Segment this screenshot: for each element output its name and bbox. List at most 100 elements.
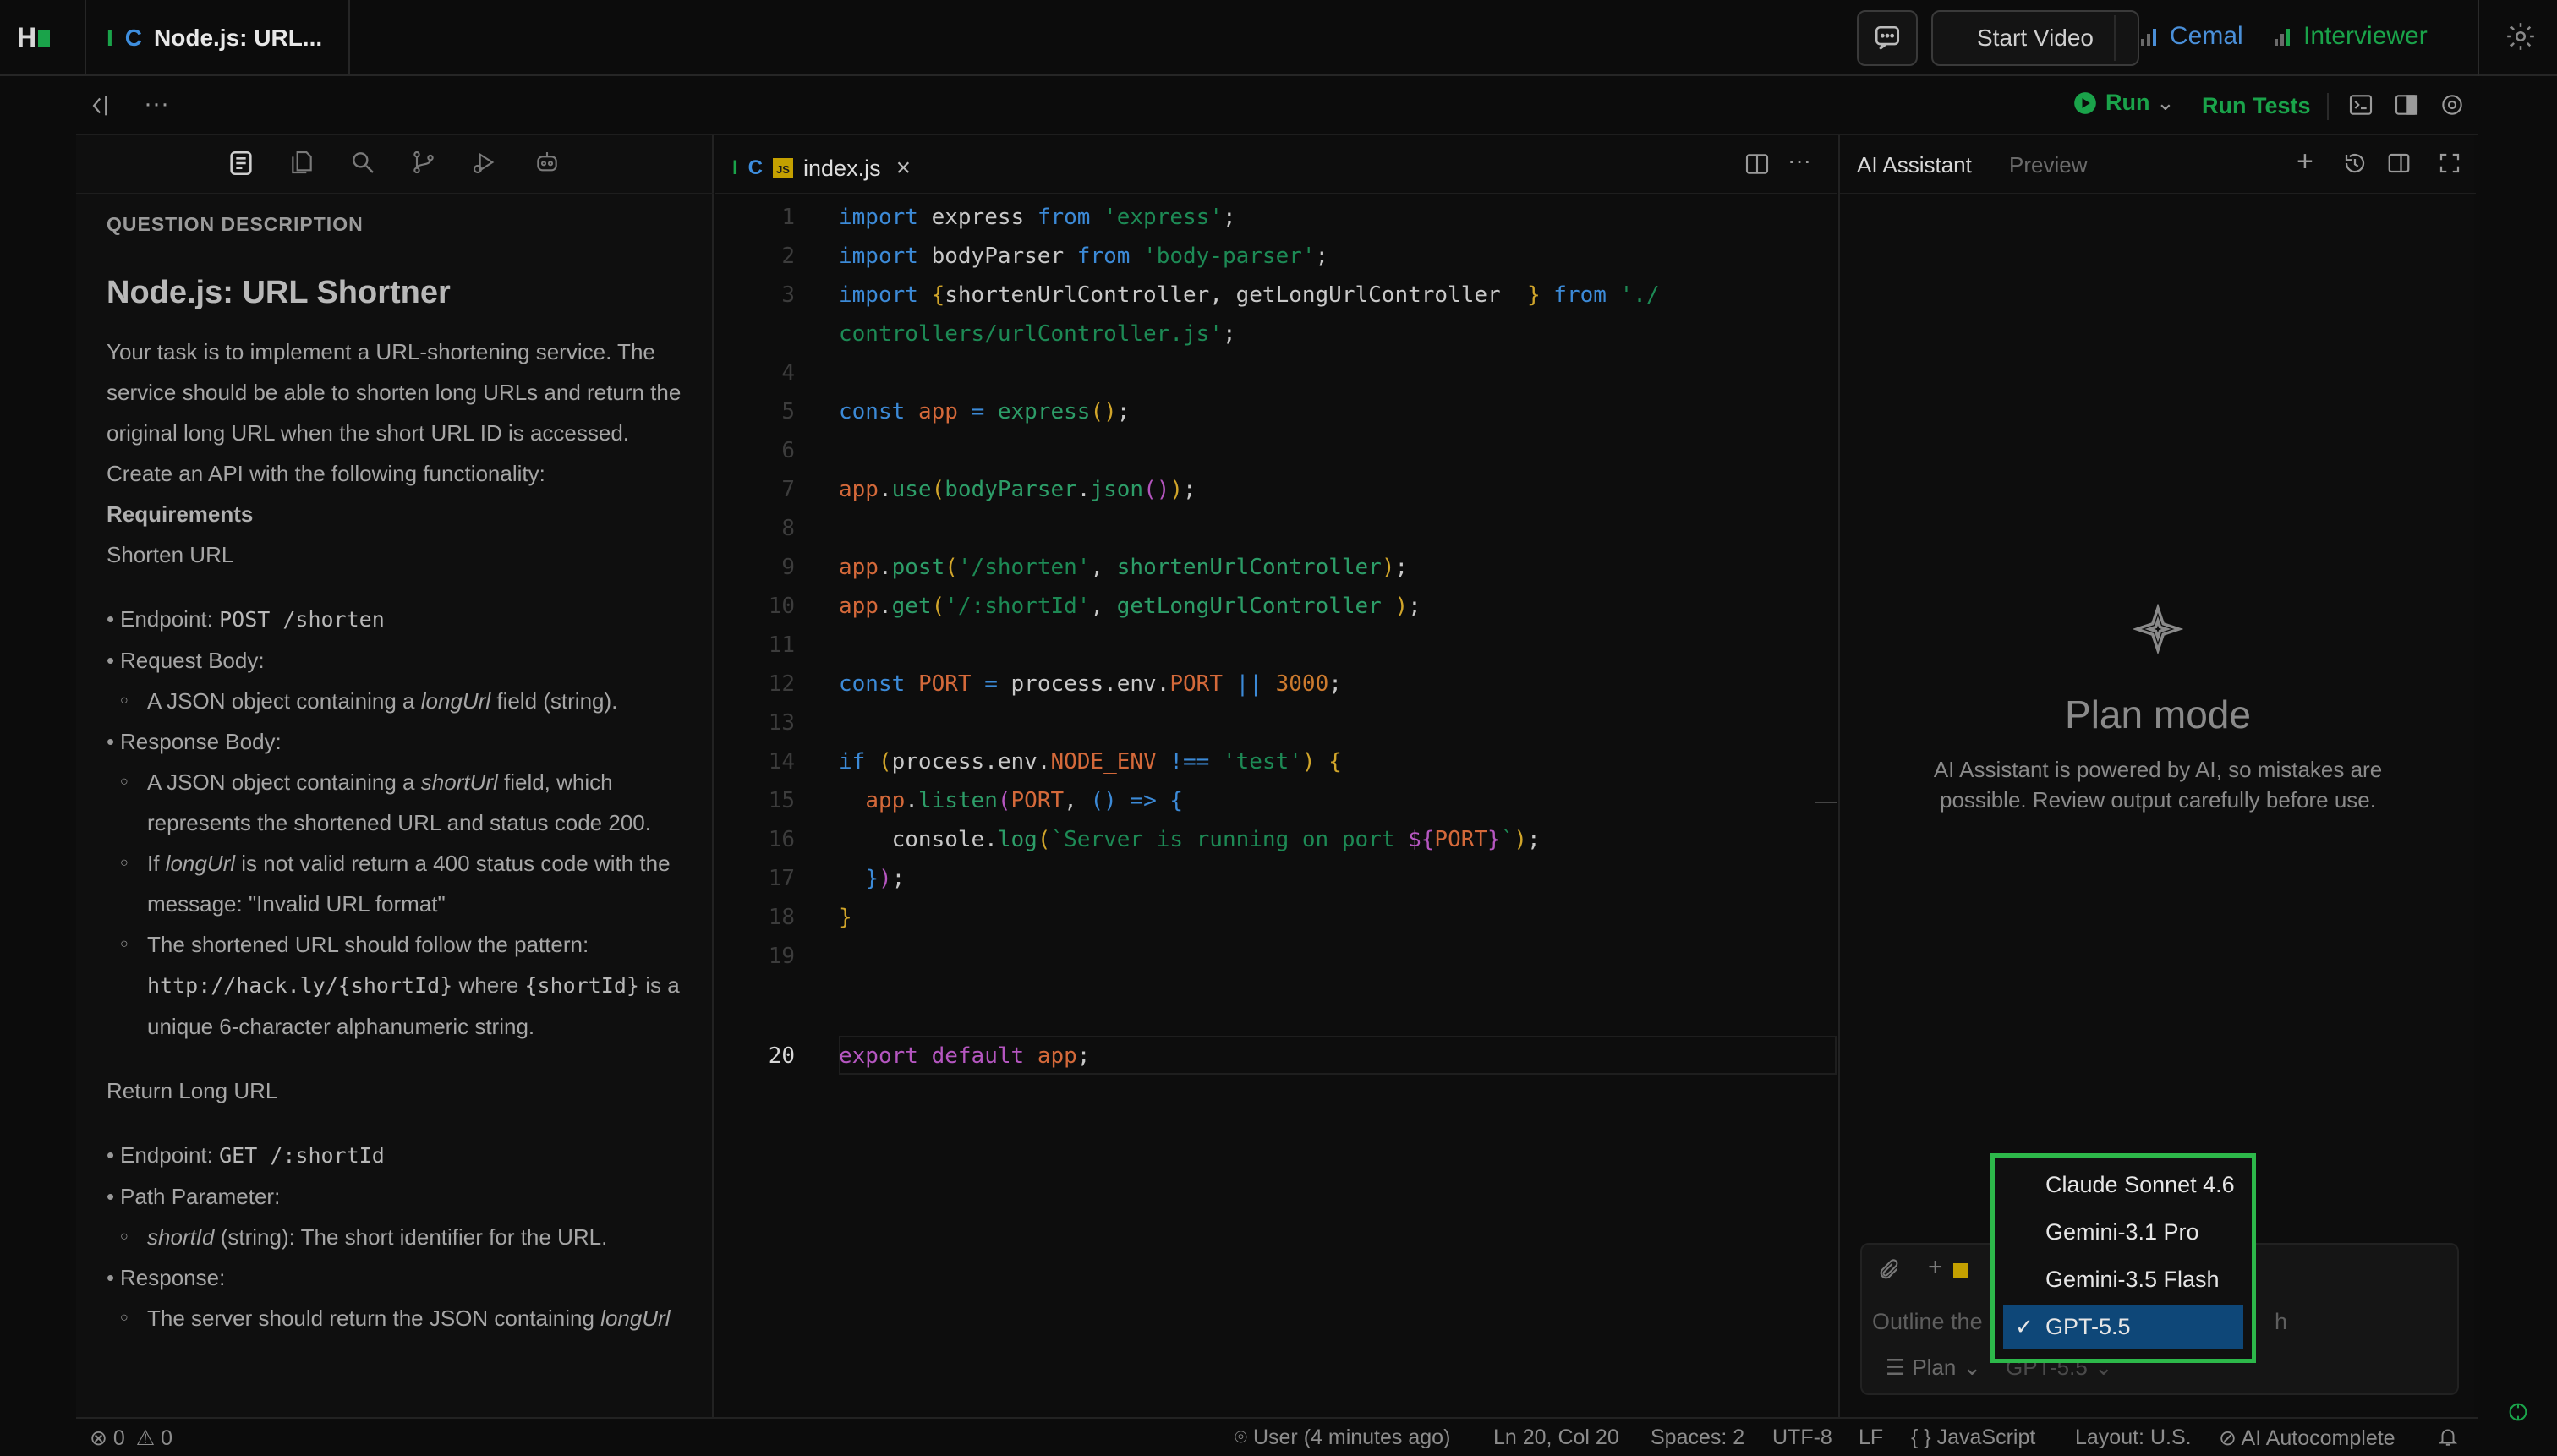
- git-commit-icon: ⌾: [1235, 1426, 1248, 1449]
- encoding-setting[interactable]: UTF-8: [1772, 1426, 1832, 1450]
- list-item: The server should return the JSON contai…: [120, 1298, 698, 1338]
- close-tab-icon[interactable]: ×: [896, 154, 912, 183]
- run-button[interactable]: Run: [2073, 90, 2149, 116]
- warning-triangle-icon: ⚠: [135, 1426, 156, 1450]
- chat-input-placeholder-tail: h: [2275, 1309, 2288, 1334]
- context-file-icon: [1953, 1263, 1968, 1278]
- keyboard-layout[interactable]: Layout: U.S.: [2075, 1426, 2192, 1450]
- notifications-bell-icon[interactable]: [2437, 1426, 2459, 1453]
- shorten-url-list: Endpoint: POST /shorten Request Body: A …: [107, 599, 698, 1047]
- list-item: Path Parameter:: [107, 1176, 698, 1217]
- run-tests-button[interactable]: Run Tests: [2202, 93, 2311, 119]
- list-item: If longUrl is not valid return a 400 sta…: [120, 843, 698, 924]
- chevron-down-icon: ⌄: [1963, 1355, 1982, 1380]
- list-item: shortId (string): The short identifier f…: [120, 1217, 698, 1257]
- tab-preview[interactable]: Preview: [2009, 152, 2087, 178]
- indentation-setting[interactable]: Spaces: 2: [1651, 1426, 1744, 1450]
- user-activity[interactable]: ⌾ User (4 minutes ago): [1235, 1426, 1450, 1450]
- git-branch-icon[interactable]: [408, 149, 440, 181]
- shorten-url-heading: Shorten URL: [107, 542, 234, 567]
- debug-run-icon[interactable]: [468, 149, 501, 181]
- problems-indicator[interactable]: ⊗ 0 ⚠ 0: [90, 1426, 172, 1451]
- return-long-url-list: Endpoint: GET /:shortId Path Parameter: …: [107, 1135, 698, 1338]
- file-name: index.js: [803, 155, 881, 181]
- cursor-position[interactable]: Ln 20, Col 20: [1493, 1426, 1619, 1450]
- scroll-marker: [1815, 802, 1837, 803]
- extensions-robot-icon[interactable]: [531, 149, 563, 181]
- description-icon[interactable]: [225, 149, 257, 181]
- tab-index-js[interactable]: I C JS index.js ×: [732, 142, 911, 194]
- expand-icon[interactable]: [2437, 151, 2462, 180]
- collapse-panel-icon[interactable]: [90, 91, 115, 124]
- app-logo[interactable]: H: [17, 22, 51, 53]
- lang-indicator-i: I: [107, 25, 113, 51]
- section-caption: QUESTION DESCRIPTION: [107, 213, 364, 235]
- plan-mode-subtitle: AI Assistant is powered by AI, so mistak…: [1933, 757, 2383, 813]
- model-option-gpt[interactable]: ✓ GPT-5.5: [2003, 1305, 2243, 1349]
- attach-paperclip-icon[interactable]: [1877, 1258, 1901, 1286]
- start-video-button[interactable]: Start Video: [1931, 10, 2139, 66]
- question-title: Node.js: URL Shortner: [107, 275, 451, 310]
- lang-indicator-c: C: [124, 25, 143, 51]
- more-options-icon[interactable]: ···: [144, 90, 169, 118]
- copilot-status-icon[interactable]: [2506, 1400, 2530, 1428]
- divider: [2327, 93, 2329, 120]
- eol-setting[interactable]: LF: [1859, 1426, 1883, 1450]
- lang-indicator-c: C: [747, 156, 764, 179]
- mode-selector[interactable]: ☰ Plan ⌄: [1886, 1355, 1981, 1381]
- panel-layout-icon[interactable]: [2386, 151, 2412, 180]
- js-file-icon: JS: [773, 158, 794, 178]
- tab-question[interactable]: I C Node.js: URL...: [85, 0, 350, 76]
- split-editor-icon[interactable]: [1744, 151, 1771, 182]
- list-item: Response:: [107, 1257, 698, 1298]
- code-editor[interactable]: I C JS index.js × ··· 1 import express fr…: [715, 135, 1837, 1417]
- new-chat-plus-icon[interactable]: +: [2297, 145, 2313, 178]
- signal-bars-icon: [2275, 29, 2290, 46]
- settings-gear-icon[interactable]: [2505, 20, 2537, 57]
- error-count: 0: [112, 1426, 125, 1450]
- editor-more-icon[interactable]: ···: [1788, 147, 1811, 174]
- intro-paragraph: Your task is to implement a URL-shorteni…: [107, 339, 682, 446]
- model-option-gemini-flash[interactable]: Gemini-3.5 Flash: [2003, 1257, 2243, 1301]
- active-line-number: 20: [768, 1043, 795, 1069]
- question-panel: QUESTION DESCRIPTION Node.js: URL Shortn…: [76, 135, 714, 1417]
- run-dropdown-chevron-icon[interactable]: ⌄: [2156, 90, 2175, 116]
- editor-tab-bar: I C JS index.js × ···: [715, 135, 1837, 194]
- question-description: QUESTION DESCRIPTION Node.js: URL Shortn…: [107, 211, 698, 1338]
- add-context-plus-icon[interactable]: +: [1928, 1253, 1943, 1282]
- files-icon[interactable]: [286, 149, 318, 181]
- list-item: Request Body:: [107, 640, 698, 681]
- divider: [2114, 15, 2116, 61]
- play-icon: [2074, 91, 2096, 114]
- checkmark-icon: ✓: [2015, 1314, 2034, 1339]
- braces-icon: { }: [1911, 1426, 1931, 1449]
- participant-cemal[interactable]: Cemal: [2139, 22, 2243, 51]
- language-mode[interactable]: { } JavaScript: [1911, 1426, 2035, 1450]
- participant-name: Interviewer: [2303, 22, 2428, 50]
- participant-interviewer[interactable]: Interviewer: [2273, 22, 2428, 51]
- chat-button[interactable]: [1857, 10, 1918, 66]
- create-api-text: Create an API with the following functio…: [107, 461, 545, 486]
- layout-sidebar-icon[interactable]: [2393, 91, 2420, 123]
- model-option-gemini-pro[interactable]: Gemini-3.1 Pro: [2003, 1210, 2243, 1254]
- model-option-label: GPT-5.5: [2045, 1314, 2131, 1339]
- tab-ai-assistant[interactable]: AI Assistant: [1857, 152, 1972, 178]
- lang-indicator-i: I: [732, 156, 738, 179]
- terminal-icon[interactable]: [2347, 91, 2374, 123]
- panel-icon-bar: [76, 135, 714, 194]
- history-icon[interactable]: [2342, 151, 2368, 180]
- warning-count: 0: [161, 1426, 173, 1450]
- tab-title: Node.js: URL...: [154, 25, 323, 51]
- model-dropdown: Claude Sonnet 4.6 Gemini-3.1 Pro Gemini-…: [1990, 1153, 2256, 1363]
- sparkle-icon: [2132, 603, 2184, 659]
- search-icon[interactable]: [347, 149, 379, 181]
- list-item: Endpoint: POST /shorten: [107, 599, 698, 640]
- mode-label: Plan: [1912, 1355, 1957, 1380]
- editor-settings-gear-icon[interactable]: [2439, 91, 2466, 123]
- list-icon: ☰: [1886, 1355, 1906, 1380]
- ai-autocomplete-toggle[interactable]: ⊘ AI Autocomplete: [2219, 1426, 2395, 1451]
- model-option-claude[interactable]: Claude Sonnet 4.6: [2003, 1163, 2243, 1207]
- ai-tab-bar: AI Assistant Preview +: [1840, 135, 2476, 194]
- list-item: Response Body:: [107, 721, 698, 762]
- chat-input-placeholder[interactable]: Outline the: [1872, 1309, 1983, 1335]
